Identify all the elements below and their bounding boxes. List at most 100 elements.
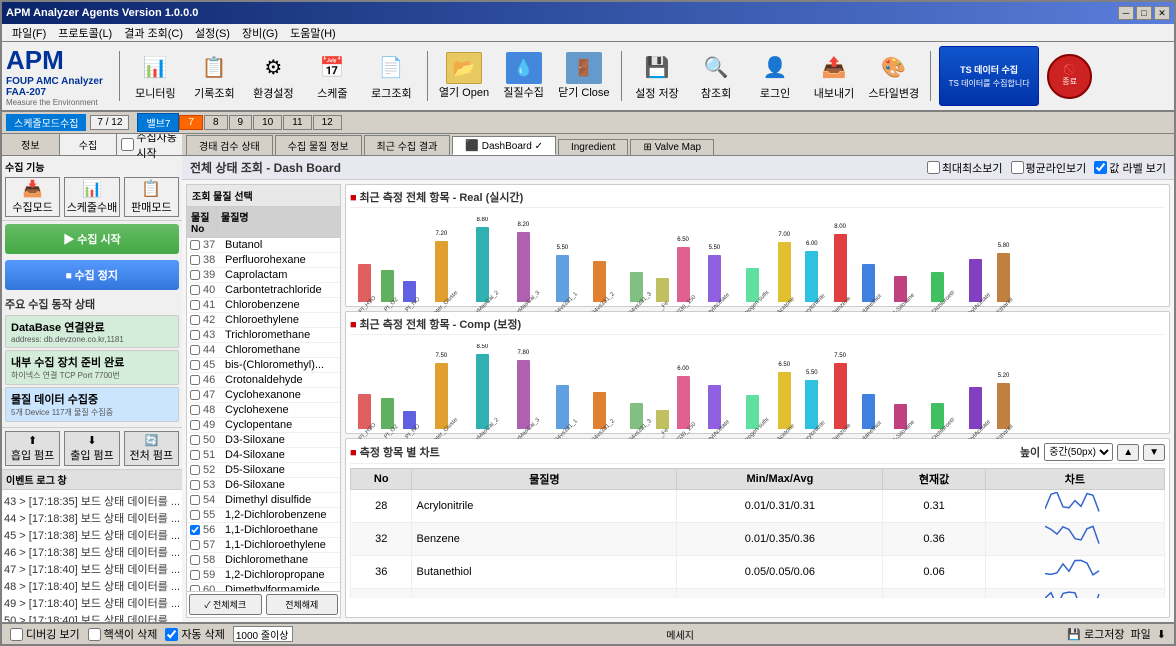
stop-collect-button[interactable]: ⏹ 수집 정지 <box>5 260 179 290</box>
opt-avgline-checkbox[interactable] <box>1011 161 1024 174</box>
chart3-scroll-down[interactable]: ▼ <box>1143 444 1165 461</box>
material-row[interactable]: 50 D3-Siloxane <box>187 433 340 448</box>
material-row[interactable]: 45 bis-(Chloromethyl)... <box>187 358 340 373</box>
material-row[interactable]: 43 Trichloromethane <box>187 328 340 343</box>
export-button[interactable]: 📤 내보내기 <box>807 46 862 106</box>
material-checkbox[interactable] <box>190 255 200 265</box>
left-tab-info[interactable]: 정보 <box>2 134 60 155</box>
material-checkbox[interactable] <box>190 570 200 580</box>
schedule-button[interactable]: 📅 스케줄 <box>305 46 360 106</box>
menu-file[interactable]: 파일(F) <box>6 24 52 42</box>
material-checkbox[interactable] <box>190 390 200 400</box>
material-row[interactable]: 52 D5-Siloxane <box>187 463 340 478</box>
restore-button[interactable]: □ <box>1136 6 1152 20</box>
material-row[interactable]: 57 1,1-Dichloroethylene <box>187 538 340 553</box>
material-checkbox[interactable] <box>190 360 200 370</box>
highlight-checkbox[interactable] <box>88 628 101 641</box>
ts-collect-button[interactable]: TS 데이터 수집 TS 데이터를 수집합니다 <box>939 46 1039 106</box>
opt-minmax[interactable]: 최대최소보기 <box>927 160 1003 176</box>
material-checkbox[interactable] <box>190 315 200 325</box>
material-checkbox[interactable] <box>190 555 200 565</box>
opt-avgline[interactable]: 평균라인보기 <box>1011 160 1087 176</box>
material-row[interactable]: 55 1,2-Dichlorobenzene <box>187 508 340 523</box>
close-toolbar-button[interactable]: 🚪 닫기 Close <box>555 46 612 106</box>
material-row[interactable]: 37 Butanol <box>187 238 340 253</box>
auto-collect-checkbox[interactable] <box>121 138 134 151</box>
material-row[interactable]: 56 1,1-Dichloroethane <box>187 523 340 538</box>
material-checkbox[interactable] <box>190 270 200 280</box>
material-checkbox[interactable] <box>190 465 200 475</box>
style-button[interactable]: 🎨 스타일변경 <box>866 46 923 106</box>
minimize-button[interactable]: ─ <box>1118 6 1134 20</box>
material-checkbox[interactable] <box>190 480 200 490</box>
start-collect-button[interactable]: ▶ 수집 시작 <box>5 224 179 254</box>
history-button[interactable]: 📋 기록조회 <box>187 46 242 106</box>
save-settings-button[interactable]: 💾 설정 저장 <box>630 46 685 106</box>
material-checkbox[interactable] <box>190 420 200 430</box>
open-button[interactable]: 📂 열기 Open <box>436 46 492 106</box>
material-checkbox[interactable] <box>190 435 200 445</box>
auto-delete-checkbox[interactable] <box>165 628 178 641</box>
material-row[interactable]: 60 Dimethylformamide <box>187 583 340 591</box>
material-row[interactable]: 41 Chlorobenzene <box>187 298 340 313</box>
schedule-count-button[interactable]: 📊 스케줄수배 <box>64 177 119 217</box>
material-row[interactable]: 48 Cyclohexene <box>187 403 340 418</box>
material-row[interactable]: 51 D4-Siloxane <box>187 448 340 463</box>
menu-settings[interactable]: 설정(S) <box>189 24 236 42</box>
measure-table-container[interactable]: No 물질명 Min/Max/Avg 현재값 차트 28 Acrylonitri… <box>350 468 1165 598</box>
tab-valve-map[interactable]: ⊞ Valve Map <box>630 139 714 155</box>
tab-status[interactable]: 경태 검수 상태 <box>186 135 273 155</box>
material-row[interactable]: 59 1,2-Dichloropropane <box>187 568 340 583</box>
material-list[interactable]: 37 Butanol 38 Perfluorohexane 39 Caprola… <box>187 238 340 591</box>
monitoring-button[interactable]: 📊 모니터링 <box>128 46 183 106</box>
valve7-tab[interactable]: 밸브7 <box>137 113 179 132</box>
debug-view-option[interactable]: 디버깅 보기 <box>10 626 80 642</box>
opt-vallabel-checkbox[interactable] <box>1094 161 1107 174</box>
tab-ingredient[interactable]: Ingredient <box>558 139 628 155</box>
collect-mode-button[interactable]: 📥 수집모드 <box>5 177 60 217</box>
material-row[interactable]: 46 Crotonaldehyde <box>187 373 340 388</box>
material-row[interactable]: 40 Carbontetrachloride <box>187 283 340 298</box>
highlight-delete-option[interactable]: 핵색이 삭제 <box>88 626 158 642</box>
material-row[interactable]: 54 Dimethyl disulfide <box>187 493 340 508</box>
nav-tab-12[interactable]: 12 <box>313 115 342 130</box>
quit-button[interactable]: 🚫 종료 <box>1047 54 1092 99</box>
material-checkbox[interactable] <box>190 450 200 460</box>
menu-device[interactable]: 장비(G) <box>236 24 284 42</box>
threshold-input[interactable] <box>233 626 293 642</box>
search-button[interactable]: 🔍 참조회 <box>689 46 744 106</box>
nav-tab-7[interactable]: 7 <box>179 115 203 130</box>
nav-tab-8[interactable]: 8 <box>204 115 228 130</box>
material-row[interactable]: 39 Caprolactam <box>187 268 340 283</box>
tab-dashboard[interactable]: ⬛ DashBoard ✓ <box>452 136 556 155</box>
menu-help[interactable]: 도움말(H) <box>284 24 342 42</box>
material-row[interactable]: 58 Dichloromethane <box>187 553 340 568</box>
log-content[interactable]: 43 > [17:18:35] 보드 상태 데이터를 ... 44 > [17:… <box>2 490 182 622</box>
login-button[interactable]: 👤 로그인 <box>748 46 803 106</box>
menu-protocol[interactable]: 프로토콜(L) <box>52 24 118 42</box>
uncheck-all-button[interactable]: 전체해제 <box>266 594 339 615</box>
material-checkbox[interactable] <box>190 375 200 385</box>
auto-delete-option[interactable]: 자동 삭제 <box>165 626 225 642</box>
sell-mode-button[interactable]: 📋 판매모드 <box>124 177 179 217</box>
log-view-button[interactable]: 📄 로그조회 <box>364 46 419 106</box>
debug-checkbox[interactable] <box>10 628 23 641</box>
material-row[interactable]: 53 D6-Siloxane <box>187 478 340 493</box>
nav-tab-9[interactable]: 9 <box>229 115 253 130</box>
nav-tab-10[interactable]: 10 <box>253 115 282 130</box>
close-button[interactable]: ✕ <box>1154 6 1170 20</box>
left-tab-collect[interactable]: 수집 <box>60 134 118 155</box>
material-row[interactable]: 44 Chloromethane <box>187 343 340 358</box>
opt-minmax-checkbox[interactable] <box>927 161 940 174</box>
tab-recent-result[interactable]: 최근 수집 결과 <box>364 135 451 155</box>
material-checkbox[interactable] <box>190 510 200 520</box>
nav-tab-11[interactable]: 11 <box>283 115 311 130</box>
material-checkbox[interactable] <box>190 525 200 535</box>
material-checkbox[interactable] <box>190 405 200 415</box>
material-row[interactable]: 42 Chloroethylene <box>187 313 340 328</box>
env-settings-button[interactable]: ⚙ 환경설정 <box>246 46 301 106</box>
material-checkbox[interactable] <box>190 540 200 550</box>
chart3-scroll-up[interactable]: ▲ <box>1117 444 1139 461</box>
check-all-button[interactable]: ✓ 전체체크 <box>189 594 262 615</box>
menu-results[interactable]: 결과 조회(C) <box>118 24 189 42</box>
